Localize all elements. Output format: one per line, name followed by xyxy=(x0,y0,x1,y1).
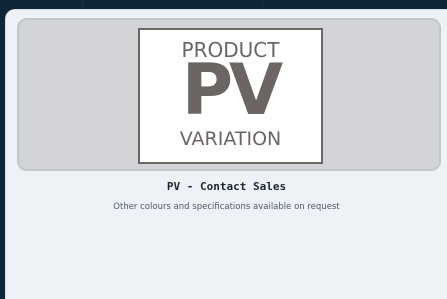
product-description: Other colours and specifications availab… xyxy=(113,202,340,212)
product-title[interactable]: PV - Contact Sales xyxy=(6,180,447,194)
page: PRODUCT PV VARIATION PV - Contact Sales … xyxy=(0,0,447,299)
product-placeholder-image: PRODUCT PV VARIATION xyxy=(138,28,323,164)
logo-text-bottom: VARIATION xyxy=(179,128,282,150)
logo-text-main: PV xyxy=(181,49,283,131)
product-card[interactable]: PRODUCT PV VARIATION PV - Contact Sales … xyxy=(5,9,447,299)
product-image-frame[interactable]: PRODUCT PV VARIATION xyxy=(17,18,441,171)
